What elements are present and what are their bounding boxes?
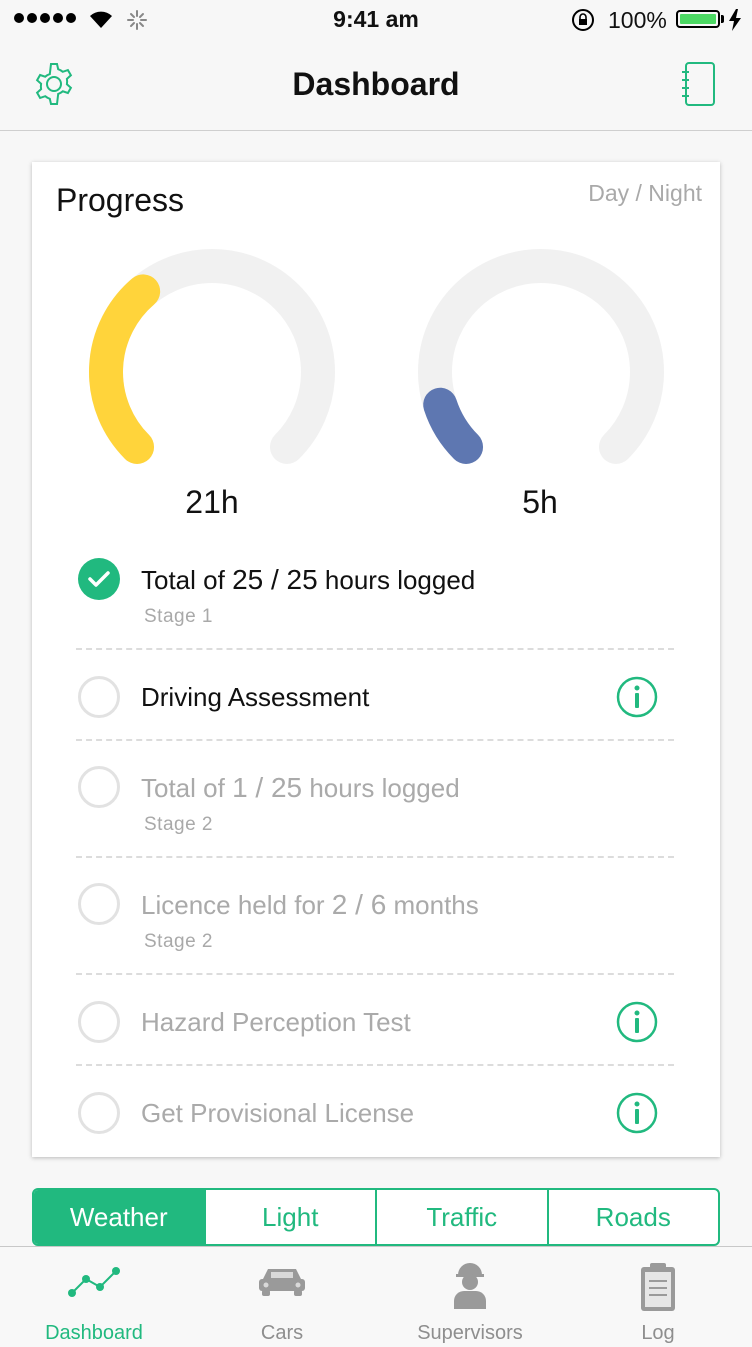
progress-card: Progress Day / Night 21h 5h Total of 25 …: [32, 162, 720, 1157]
tab-label: Supervisors: [417, 1322, 523, 1344]
incomplete-circle-icon: [78, 676, 120, 718]
notebook-icon[interactable]: [678, 60, 718, 108]
tab-supervisors[interactable]: Supervisors: [376, 1247, 564, 1347]
stage-label: Stage 2: [144, 814, 213, 835]
incomplete-circle-icon: [78, 883, 120, 925]
supervisor-icon: [454, 1263, 486, 1309]
segment-light[interactable]: Light: [203, 1190, 376, 1244]
progress-title: Progress: [56, 182, 185, 218]
battery-icon: [676, 10, 720, 28]
segment-traffic[interactable]: Traffic: [375, 1190, 547, 1244]
tab-cars[interactable]: Cars: [188, 1247, 376, 1347]
battery-percentage: 100%: [608, 7, 667, 33]
divider: [76, 1064, 674, 1066]
incomplete-circle-icon: [78, 1001, 120, 1043]
info-icon[interactable]: [616, 1092, 658, 1134]
tab-log[interactable]: Log: [564, 1247, 752, 1347]
charging-bolt-icon: [729, 9, 741, 31]
clipboard-icon: [641, 1263, 675, 1311]
completed-check-icon: [78, 558, 120, 600]
incomplete-circle-icon: [78, 766, 120, 808]
tab-label: Dashboard: [45, 1322, 143, 1344]
info-icon[interactable]: [616, 676, 658, 718]
line-chart-icon: [68, 1267, 120, 1297]
night-hours-gauge: [418, 249, 664, 464]
tab-label: Cars: [260, 1322, 304, 1344]
rotation-lock-icon: [572, 9, 594, 31]
tab-label: Log: [641, 1322, 675, 1344]
conditions-segmented-control: Weather Light Traffic Roads: [32, 1188, 720, 1246]
page-title: Dashboard: [292, 66, 460, 102]
day-hours-value: 21h: [185, 484, 239, 520]
stage-label: Stage 2: [144, 931, 213, 952]
status-bar: 9:41 am 100%: [0, 0, 752, 40]
divider: [76, 648, 674, 650]
divider: [76, 973, 674, 975]
day-hours-gauge: [89, 249, 335, 464]
incomplete-circle-icon: [78, 1092, 120, 1134]
segment-roads[interactable]: Roads: [546, 1190, 719, 1244]
day-night-toggle[interactable]: Day / Night: [588, 180, 702, 207]
divider: [76, 739, 674, 741]
segment-weather[interactable]: Weather: [34, 1190, 204, 1244]
night-hours-value: 5h: [522, 484, 558, 520]
tab-dashboard[interactable]: Dashboard: [0, 1247, 188, 1347]
navigation-bar: Dashboard: [0, 40, 752, 131]
stage-label: Stage 1: [144, 606, 213, 627]
car-icon: [259, 1269, 305, 1296]
divider: [76, 856, 674, 858]
tab-bar: Dashboard Cars Supervisors Log: [0, 1246, 752, 1347]
info-icon[interactable]: [616, 1001, 658, 1043]
